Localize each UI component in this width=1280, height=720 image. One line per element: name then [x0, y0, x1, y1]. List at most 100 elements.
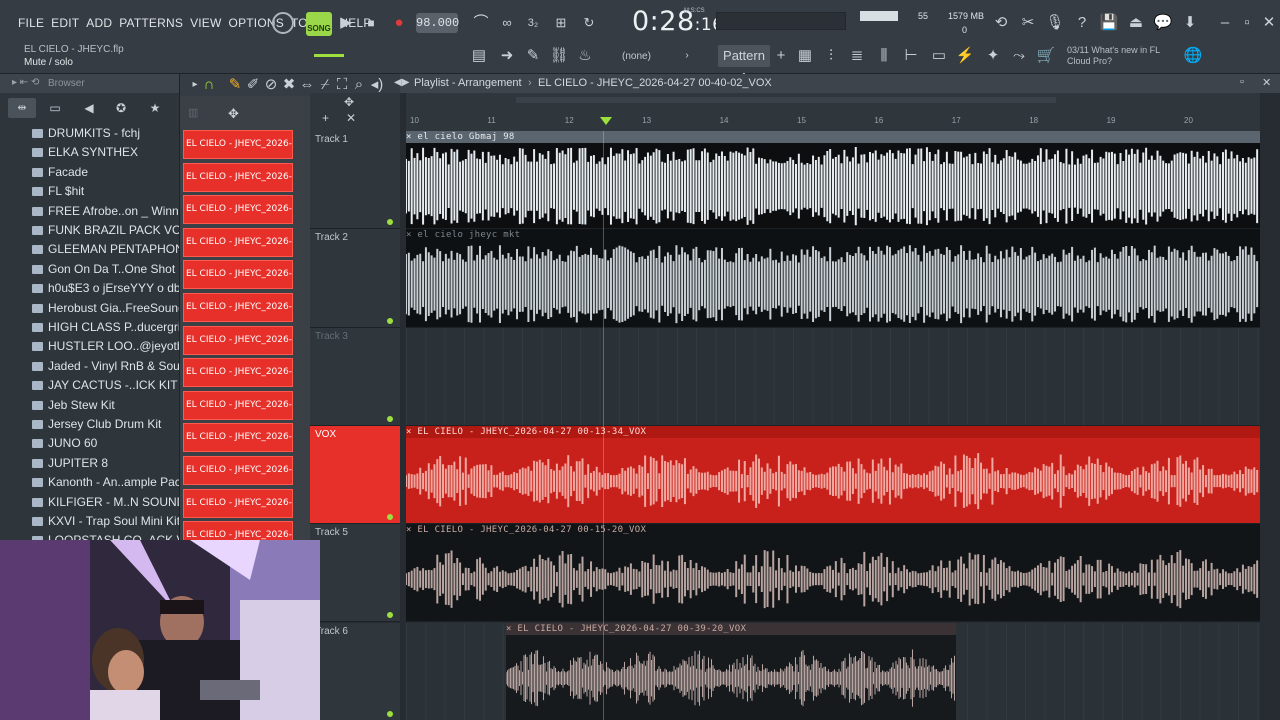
browser-files-icon[interactable]: ▭ [44, 97, 66, 119]
chat-icon[interactable]: 💬 [1152, 12, 1174, 34]
master-pitch-slider[interactable] [314, 54, 344, 57]
mixer-icon[interactable]: ≣ [846, 45, 868, 67]
plugin-icon[interactable]: ✦ [982, 45, 1004, 67]
channel-button[interactable]: EL CIELO - JHEYC_2026-0... [183, 521, 293, 540]
plug-icon[interactable]: ⚡ [954, 45, 976, 67]
minimize-icon[interactable]: – [1214, 12, 1236, 34]
menu-view[interactable]: VIEW [190, 16, 221, 30]
browser-nav-icons[interactable]: ▸ ⇤ ⟲ [12, 77, 39, 88]
faders-icon[interactable]: ⫼ [873, 45, 895, 67]
audio-clip[interactable]: × el cielo jheyc mkt [406, 229, 1260, 327]
maximize-icon[interactable]: ▫ [1236, 12, 1258, 34]
blend-notes-icon[interactable]: ⊞ [550, 12, 572, 34]
browser-folder[interactable]: KXVI - Trap Soul Mini Kit [32, 512, 179, 531]
shortcut-icon[interactable]: ⤳ [1008, 45, 1030, 67]
playlist-close-icon[interactable]: ✕ [1262, 76, 1271, 89]
track-lane[interactable]: × EL CIELO - JHEYC_2026-04-27 00-39-20_V… [406, 622, 1260, 720]
browser-folder[interactable]: LOOPSTASH CO..ACK VOL. 1 [32, 531, 179, 540]
browser-folder[interactable]: JUNO 60 [32, 434, 97, 453]
tempo-display[interactable]: 98.000 [416, 13, 459, 33]
timeline-scrollbar[interactable] [516, 97, 1056, 103]
track-lane[interactable]: × el cielo jheyc mkt [406, 229, 1260, 328]
audio-clip[interactable]: × EL CIELO - JHEYC_2026-04-27 00-39-20_V… [506, 622, 956, 720]
browser-folder[interactable]: GLEEMAN PENTAPHONIC [32, 240, 179, 259]
menu-patterns[interactable]: PATTERNS [119, 16, 183, 30]
track-header[interactable]: Track 5 [310, 524, 400, 623]
close-icon[interactable]: ✕ [1258, 12, 1280, 34]
menu-add[interactable]: ADD [86, 16, 112, 30]
track-lane[interactable]: × EL CIELO - JHEYC_2026-04-27 00-13-34_V… [406, 425, 1260, 525]
browser-folder[interactable]: Herobust Gia..FreeSounds1 [32, 299, 179, 318]
channel-button[interactable]: EL CIELO - JHEYC_2026-0... [183, 260, 293, 290]
track-lane[interactable]: × EL CIELO - JHEYC_2026-04-27 00-15-20_V… [406, 524, 1260, 623]
playhead-marker[interactable] [600, 117, 612, 125]
browser-favorites-icon[interactable]: ★ [144, 97, 166, 119]
track-header[interactable]: Track 3 [310, 327, 400, 426]
track-active-led[interactable] [387, 612, 393, 619]
track-active-led[interactable] [387, 317, 393, 324]
browser-folder[interactable]: HUSTLER LOO..@jeyotb808 [32, 337, 179, 356]
track-active-led[interactable] [387, 514, 393, 521]
microphone-icon[interactable]: 🎙 [1044, 12, 1066, 34]
channel-button[interactable]: EL CIELO - JHEYC_2026-0... [183, 195, 293, 225]
playlist-icon[interactable]: ▦ [794, 45, 816, 67]
track-active-led[interactable] [387, 415, 393, 422]
undo-icon[interactable]: ⟲ [990, 12, 1012, 34]
track-header[interactable]: VOX [310, 425, 400, 525]
channel-button[interactable]: EL CIELO - JHEYC_2026-0... [183, 488, 293, 518]
track-active-led[interactable] [387, 219, 393, 226]
news-panel[interactable]: 03/11 What's new in FL Cloud Pro? [1067, 45, 1167, 67]
move-icon[interactable]: ✥ [228, 106, 239, 122]
loop-record-icon[interactable]: ↻ [578, 12, 600, 34]
pattern-selector[interactable]: Pattern 1 [718, 45, 770, 85]
add-track-icon[interactable]: + [322, 111, 329, 125]
magnet-icon[interactable]: ∩ [198, 74, 220, 96]
browser-tree-icon[interactable]: ⊢ [900, 45, 922, 67]
channel-button[interactable]: EL CIELO - JHEYC_2026-0... [183, 293, 293, 322]
tools-icon[interactable]: ✂ [1017, 12, 1039, 34]
stop-icon[interactable]: ■ [360, 12, 382, 34]
track-header[interactable]: Track 2 [310, 229, 400, 328]
download-icon[interactable]: ⬇ [1179, 12, 1201, 34]
channel-button[interactable]: EL CIELO - JHEYC_2026-0... [183, 423, 293, 453]
help-icon[interactable]: ? [1071, 12, 1093, 34]
browser-folder[interactable]: Facade [32, 163, 88, 182]
metronome-icon[interactable]: ⌒ [470, 12, 492, 34]
channel-button[interactable]: EL CIELO - JHEYC_2026-0... [183, 390, 293, 420]
browser-folder[interactable]: KILFIGER - M..N SOUND KIT [32, 493, 179, 512]
document-icon[interactable]: ▭ [928, 45, 950, 67]
countdown-icon[interactable]: 3₂ [522, 12, 544, 34]
browser-folder[interactable]: Gon On Da T..One Shot Kit [32, 260, 179, 279]
cart-icon[interactable]: 🛒 [1035, 45, 1057, 67]
link-icon[interactable]: ⛓ [548, 45, 570, 67]
browser-folder[interactable]: Jersey Club Drum Kit [32, 415, 161, 434]
song-mode-toggle[interactable]: SONG [306, 12, 332, 36]
audio-clip[interactable]: × EL CIELO - JHEYC_2026-04-27 00-15-20_V… [406, 524, 1260, 622]
track-lane[interactable]: × el cielo Gbmaj 98 [406, 131, 1260, 230]
master-volume-knob[interactable] [272, 12, 294, 34]
channel-button[interactable]: EL CIELO - JHEYC_2026-0... [183, 162, 293, 192]
browser-folder[interactable]: ELKA SYNTHEX [32, 143, 138, 162]
menu-edit[interactable]: EDIT [51, 16, 79, 30]
export-icon[interactable]: ⏏ [1125, 12, 1147, 34]
channel-button[interactable]: EL CIELO - JHEYC_2026-0... [183, 130, 293, 159]
channel-button[interactable]: EL CIELO - JHEYC_2026-0... [183, 456, 293, 485]
playlist-maximize-icon[interactable]: ▫ [1240, 76, 1244, 88]
browser-folder[interactable]: h0u$E3 o jErseYYY o db [32, 279, 179, 298]
pattern-prev-icon[interactable]: › [676, 45, 698, 67]
record-icon[interactable]: ● [388, 12, 410, 34]
channel-button[interactable]: EL CIELO - JHEYC_2026-0... [183, 227, 293, 257]
browser-plugin-icon[interactable]: ✪ [110, 97, 132, 119]
globe-icon[interactable]: 🌐 [1182, 45, 1204, 67]
arrow-icon[interactable]: ➜ [496, 45, 518, 67]
browser-folder[interactable]: DRUMKITS - fchj [32, 124, 140, 143]
track-active-led[interactable] [387, 710, 393, 717]
browser-speaker-icon[interactable]: ◀ [78, 97, 100, 119]
wait-record-icon[interactable]: ∞ [496, 12, 518, 34]
browser-folder[interactable]: FL $hit [32, 182, 84, 201]
browser-folder[interactable]: Kanonth - An..ample Pack!! [32, 473, 179, 492]
preset-selector[interactable]: (none) [604, 49, 670, 65]
browser-folder[interactable]: JUPITER 8 [32, 454, 108, 473]
browser-folder[interactable]: FUNK BRAZIL PACK VOL II [32, 221, 179, 240]
move-icon[interactable]: ✥ [344, 95, 354, 109]
